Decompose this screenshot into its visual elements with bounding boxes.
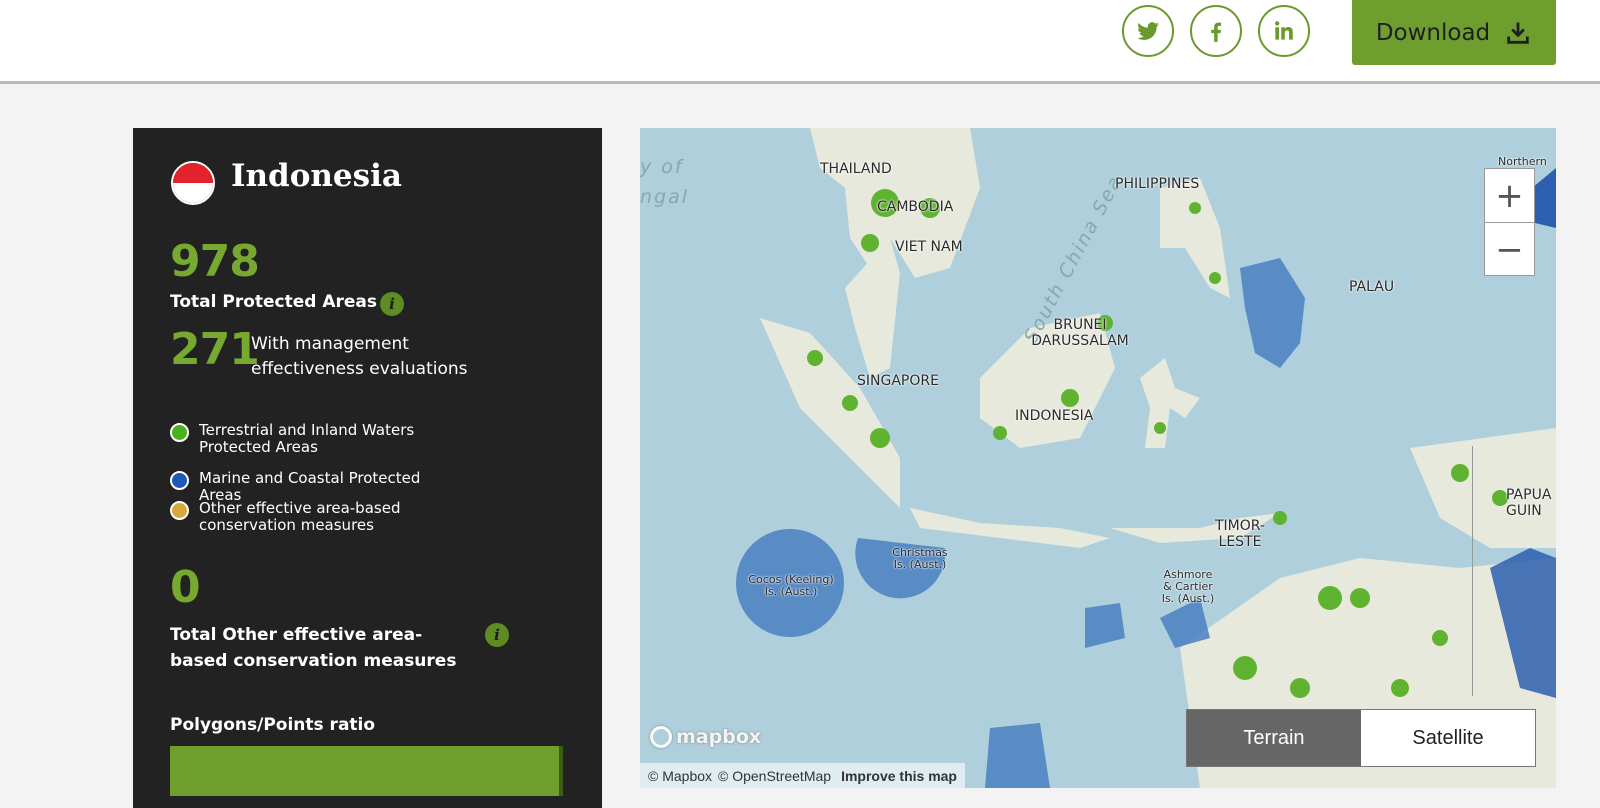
map-label-papua: PAPUA GUIN: [1506, 487, 1552, 519]
blue-dot-icon: [170, 471, 189, 490]
map-label-cocos: Cocos (Keeling) Is. (Aust.): [748, 573, 834, 598]
top-bar: Download: [0, 0, 1600, 84]
attribution-mapbox[interactable]: © Mapbox: [648, 768, 712, 784]
legend-label: Terrestrial and Inland Waters Protected …: [199, 421, 415, 456]
mapbox-logo[interactable]: mapbox: [650, 726, 761, 748]
yellow-dot-icon: [170, 501, 189, 520]
polygons-points-ratio-bar: [170, 746, 563, 796]
mapbox-icon: [650, 726, 672, 748]
total-oecm-label: Total Other effective area-based conserv…: [170, 625, 457, 671]
download-label: Download: [1375, 19, 1491, 46]
map-label-cambodia: CAMBODIA: [877, 199, 954, 215]
linkedin-icon[interactable]: [1258, 5, 1310, 57]
map-attribution: © Mapbox © OpenStreetMap Improve this ma…: [640, 763, 965, 788]
map-label-christmas: Christmas Is. (Aust.): [892, 546, 948, 571]
terrain-button[interactable]: Terrain: [1187, 710, 1361, 766]
legend-terrestrial: Terrestrial and Inland Waters Protected …: [170, 422, 449, 456]
attribution-osm[interactable]: © OpenStreetMap: [718, 768, 831, 784]
map-label-ashmore: Ashmore & Cartier Is. (Aust.): [1161, 568, 1215, 605]
twitter-icon[interactable]: [1122, 5, 1174, 57]
map-label-singapore: SINGAPORE: [857, 373, 939, 389]
country-sidebar: Indonesia 978 Total Protected Areas i 27…: [133, 128, 602, 808]
indonesia-flag-icon: [171, 161, 215, 205]
green-dot-icon: [170, 423, 189, 442]
map-label-bengal: ngal: [640, 186, 690, 208]
map-label-bay-of: y of: [640, 156, 684, 178]
improve-map-link[interactable]: Improve this map: [841, 768, 957, 784]
total-protected-areas-label: Total Protected Areas: [170, 292, 378, 312]
ratio-label: Polygons/Points ratio: [170, 715, 376, 735]
mee-label: With management effectiveness evaluation…: [251, 334, 468, 379]
mee-count: 271: [170, 324, 260, 375]
facebook-icon[interactable]: [1190, 5, 1242, 57]
download-button[interactable]: Download: [1352, 0, 1556, 65]
satellite-button[interactable]: Satellite: [1361, 710, 1535, 766]
map-label-timor-leste: TIMOR- LESTE: [1215, 518, 1265, 550]
download-icon: [1507, 22, 1529, 44]
total-oecm-count: 0: [170, 562, 201, 613]
map-label-indonesia: INDONESIA: [1015, 408, 1094, 424]
map-label-brunei: BRUNEI DARUSSALAM: [1031, 317, 1129, 349]
info-icon[interactable]: i: [380, 292, 404, 316]
country-title: Indonesia: [231, 158, 402, 194]
border-line: [1472, 446, 1473, 696]
legend-oecm: Other effective area-based conservation …: [170, 500, 449, 534]
total-protected-areas-count: 978: [170, 236, 260, 287]
mapbox-logo-text: mapbox: [676, 726, 762, 748]
zoom-control: + −: [1484, 168, 1535, 276]
info-icon[interactable]: i: [485, 623, 509, 647]
basemap-toggle: Terrain Satellite: [1186, 709, 1536, 767]
map-label-thailand: THAILAND: [820, 161, 892, 177]
map-label-philippines: PHILIPPINES: [1115, 176, 1200, 192]
legend-label: Other effective area-based conservation …: [199, 499, 401, 534]
zoom-in-button[interactable]: +: [1485, 169, 1534, 223]
map-label-vietnam: VIET NAM: [895, 239, 963, 255]
zoom-out-button[interactable]: −: [1485, 223, 1534, 277]
map-label-palau: PALAU: [1349, 279, 1395, 295]
map-view[interactable]: y of ngal South China Sea THAILAND CAMBO…: [640, 128, 1556, 788]
